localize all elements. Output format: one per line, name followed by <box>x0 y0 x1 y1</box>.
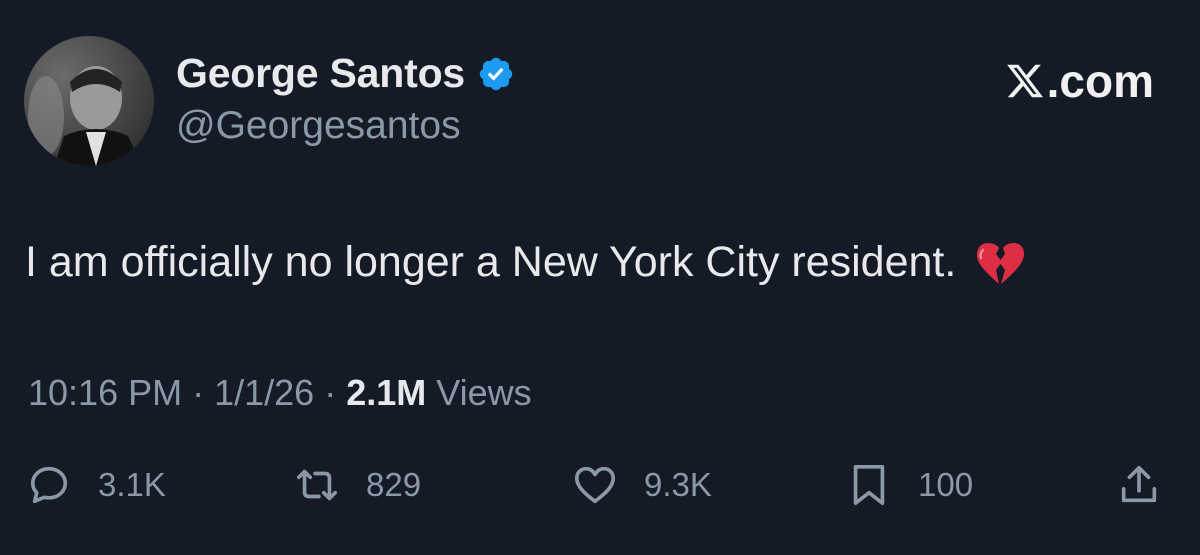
heart-icon <box>574 466 616 504</box>
repost-icon <box>296 469 338 501</box>
repost-button[interactable]: 829 <box>294 462 421 508</box>
tweet-card: George Santos @Georgesantos .com I am of… <box>0 0 1200 555</box>
share-button[interactable] <box>1116 462 1162 508</box>
meta-separator: · <box>314 372 347 413</box>
author-handle[interactable]: @Georgesantos <box>176 104 461 148</box>
share-icon <box>1121 465 1157 503</box>
x-logo-icon <box>1006 64 1043 98</box>
bookmark-button[interactable]: 100 <box>846 462 973 508</box>
author-name-row: George Santos <box>176 50 515 97</box>
brand-domain: .com <box>1046 55 1154 107</box>
like-count: 9.3K <box>644 466 712 503</box>
tweet-body: I am officially no longer a New York Cit… <box>25 238 1026 287</box>
display-name[interactable]: George Santos <box>176 50 465 97</box>
action-bar: 3.1K 829 9.3K 100 <box>0 462 1200 522</box>
tweet-date[interactable]: 1/1/26 <box>214 372 314 413</box>
broken-heart-icon <box>977 242 1025 284</box>
verified-badge-icon <box>477 55 515 93</box>
reply-icon <box>30 466 68 504</box>
repost-count: 829 <box>366 466 422 503</box>
bookmark-icon <box>853 464 885 506</box>
reply-count: 3.1K <box>98 466 166 503</box>
avatar[interactable] <box>24 36 154 166</box>
reply-button[interactable]: 3.1K <box>26 462 166 508</box>
tweet-meta: 10:16 PM · 1/1/26 · 2.1M Views <box>28 372 532 414</box>
views-count: 2.1M <box>346 372 427 413</box>
bookmark-count: 100 <box>918 466 974 503</box>
tweet-time[interactable]: 10:16 PM <box>28 372 182 413</box>
meta-separator: · <box>182 372 215 413</box>
tweet-text: I am officially no longer a New York Cit… <box>25 238 957 286</box>
views-label: Views <box>426 372 532 413</box>
like-button[interactable]: 9.3K <box>572 462 712 508</box>
brand-logo: .com <box>1005 54 1154 108</box>
